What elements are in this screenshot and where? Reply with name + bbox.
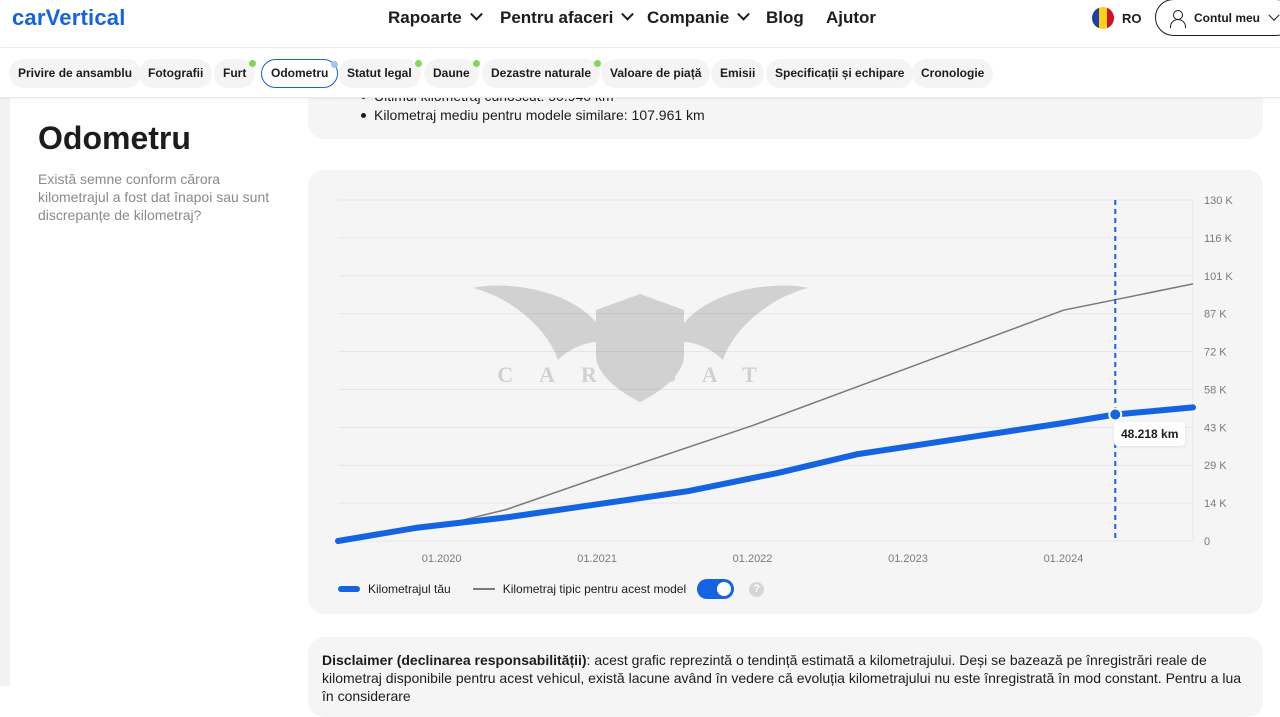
- nav-label: Ajutor: [826, 8, 877, 27]
- odometer-chart: 0 14 K 29 K 43 K 58 K 72 K 87 K 101 K 116 K 130 K…: [335, 195, 1233, 565]
- top-header: carVertical Rapoarte Pentru afaceri Comp…: [0, 0, 1280, 48]
- disclaimer-text: Disclaimer (declinarea responsabilității…: [322, 651, 1242, 705]
- list-item: Kilometraj mediu pentru modele similare:…: [361, 107, 705, 123]
- disclaimer-card: Disclaimer (declinarea responsabilității…: [308, 637, 1263, 717]
- nav-label: Pentru afaceri: [500, 8, 614, 27]
- tab-label: Fotografii: [148, 66, 204, 80]
- y-tick-label: 29 K: [1204, 460, 1227, 472]
- x-tick-label: 01.2021: [577, 553, 617, 565]
- y-tick-label: 0: [1204, 536, 1210, 548]
- tab-specificatii[interactable]: Specificații și echipare: [766, 59, 914, 88]
- tab-statut-legal[interactable]: Statut legal: [338, 59, 422, 88]
- tab-label: Dezastre naturale: [491, 66, 592, 80]
- right-wing-shape: [673, 285, 808, 360]
- nav-label: Rapoarte: [388, 8, 462, 27]
- status-dot: [414, 60, 422, 67]
- typical-mileage-line: [337, 283, 1194, 542]
- nav-blog[interactable]: Blog: [766, 0, 804, 36]
- tab-dezastre-naturale[interactable]: Dezastre naturale: [482, 59, 602, 88]
- chevron-down-icon: [1268, 9, 1280, 21]
- nav-ajutor[interactable]: Ajutor: [826, 0, 876, 36]
- section-info: Odometru Există semne conform cărora kil…: [10, 98, 290, 686]
- tab-label: Privire de ansamblu: [18, 66, 133, 80]
- tab-label: Cronologie: [921, 66, 985, 80]
- legend-swatch-blue: [338, 586, 360, 592]
- tab-label: Statut legal: [347, 66, 412, 80]
- tab-fotografii[interactable]: Fotografii: [139, 59, 213, 88]
- y-tick-label: 101 K: [1204, 271, 1233, 283]
- y-tick-label: 58 K: [1204, 384, 1227, 396]
- tab-daune[interactable]: Daune: [424, 59, 480, 88]
- user-icon: [1170, 9, 1186, 28]
- help-icon[interactable]: ?: [749, 581, 765, 597]
- section-description: Există semne conform cărora kilometrajul…: [38, 171, 270, 223]
- disclaimer-title: Disclaimer (declinarea responsabilității…: [322, 652, 587, 668]
- tab-label: Emisii: [720, 66, 756, 80]
- watermark-text: CARSBAT: [497, 362, 783, 387]
- nav-label: Companie: [647, 8, 730, 27]
- tab-odometru[interactable]: Odometru: [261, 59, 339, 88]
- tab-furt[interactable]: Furt: [214, 59, 257, 88]
- tab-label: Daune: [433, 66, 470, 80]
- status-dot: [594, 60, 602, 67]
- tab-label: Valoare de piață: [610, 66, 702, 80]
- x-tick-label: 01.2020: [422, 553, 462, 565]
- marker-tooltip: 48.218 km: [1114, 422, 1186, 446]
- tab-valoare-de-piata[interactable]: Valoare de piață: [601, 59, 711, 88]
- chevron-down-icon: [737, 7, 751, 21]
- tab-label: Specificații și echipare: [775, 66, 905, 80]
- tab-label: Furt: [223, 66, 247, 80]
- account-label: Contul meu: [1194, 10, 1260, 25]
- tab-privire-de-ansamblu[interactable]: Privire de ansamblu: [9, 59, 142, 88]
- marker-point: [1108, 407, 1123, 422]
- nav-pentru-afaceri[interactable]: Pentru afaceri: [500, 0, 635, 36]
- y-tick-label: 130 K: [1204, 195, 1233, 207]
- y-tick-label: 43 K: [1204, 422, 1227, 434]
- y-tick-label: 87 K: [1204, 309, 1227, 321]
- chevron-down-icon: [621, 7, 635, 21]
- section-tabs: Privire de ansamblu Fotografii Furt Odom…: [0, 48, 1280, 98]
- language-code: RO: [1122, 10, 1142, 26]
- page-title: Odometru: [38, 120, 191, 156]
- legend-label-your-mileage: Kilometrajul tău: [368, 582, 451, 596]
- typical-mileage-toggle[interactable]: [697, 579, 735, 599]
- carvertical-logo[interactable]: carVertical: [12, 5, 126, 31]
- odometer-chart-card: 0 14 K 29 K 43 K 58 K 72 K 87 K 101 K 116 K 130 K…: [308, 170, 1263, 614]
- x-tick-label: 01.2023: [888, 553, 928, 565]
- chart-legend: Kilometrajul tău Kilometraj tipic pentru…: [338, 579, 765, 599]
- tab-emisii[interactable]: Emisii: [711, 59, 765, 88]
- language-selector[interactable]: RO: [1092, 7, 1142, 29]
- y-tick-label: 72 K: [1204, 347, 1227, 359]
- romania-flag-icon: [1092, 7, 1114, 29]
- tab-label: Odometru: [271, 66, 329, 80]
- status-dot: [472, 60, 480, 67]
- y-tick-label: 116 K: [1204, 233, 1233, 245]
- nav-label: Blog: [766, 8, 804, 27]
- legend-label-typical-mileage: Kilometraj tipic pentru acest model: [502, 582, 687, 596]
- x-tick-label: 01.2024: [1044, 553, 1084, 565]
- left-rail: [0, 98, 10, 686]
- status-dot: [249, 60, 257, 67]
- x-tick-label: 01.2022: [733, 553, 773, 565]
- chevron-down-icon: [469, 7, 483, 21]
- left-wing-shape: [473, 285, 608, 360]
- watermark-logo: CARSBAT: [473, 285, 808, 402]
- status-dot: [331, 61, 339, 68]
- nav-rapoarte[interactable]: Rapoarte: [388, 0, 483, 36]
- tab-cronologie[interactable]: Cronologie: [912, 59, 994, 88]
- y-tick-label: 14 K: [1204, 498, 1227, 510]
- nav-companie[interactable]: Companie: [647, 0, 751, 36]
- legend-swatch-gray: [472, 588, 495, 590]
- account-button[interactable]: Contul meu: [1155, 0, 1280, 36]
